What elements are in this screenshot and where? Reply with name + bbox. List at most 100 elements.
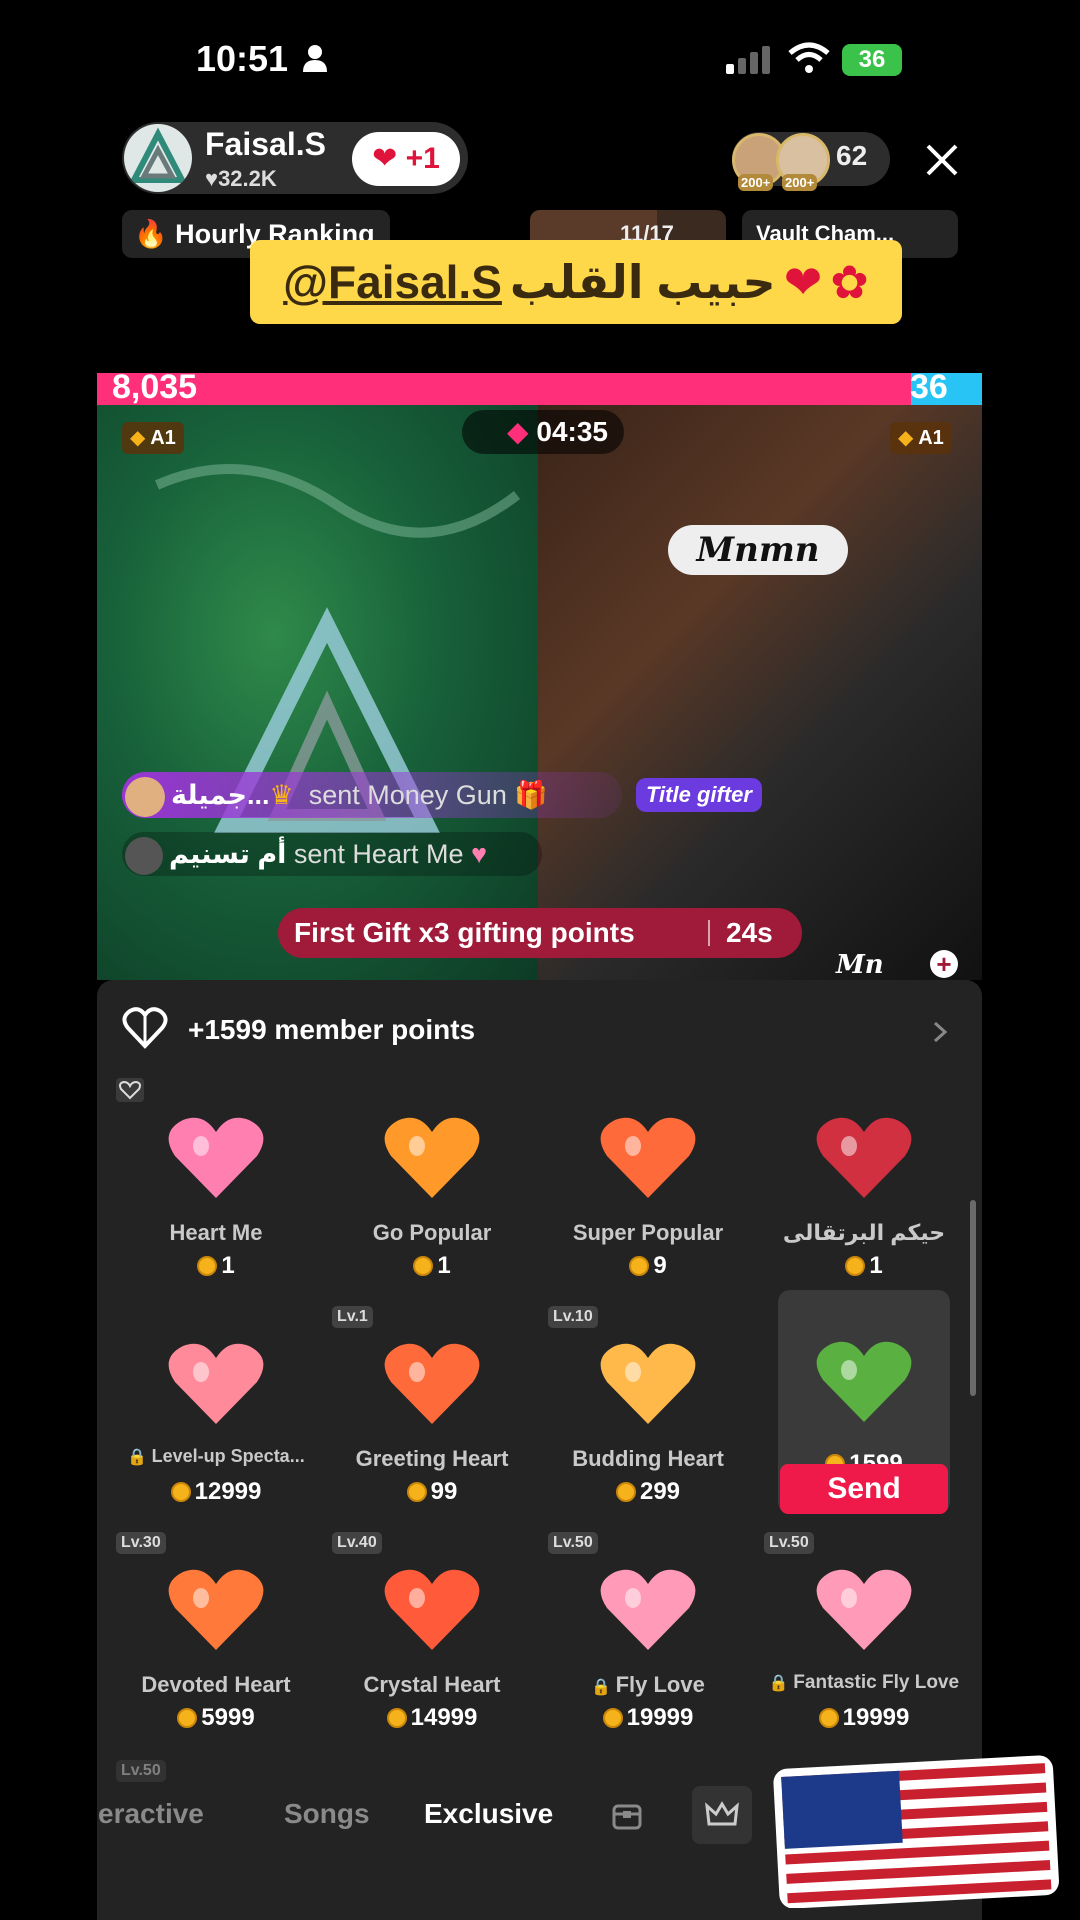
gift-image bbox=[161, 1328, 271, 1438]
gift-image bbox=[161, 1102, 271, 1212]
gift-image bbox=[377, 1328, 487, 1438]
gift-price: 1 bbox=[116, 1252, 316, 1280]
gift-name: Crystal Heart bbox=[363, 1672, 501, 1697]
gift-item[interactable]: Super Popular 9 bbox=[548, 1102, 748, 1302]
host-video[interactable] bbox=[97, 405, 538, 980]
tab-interactive[interactable]: eractive bbox=[98, 1798, 204, 1830]
gift-price: 1 bbox=[764, 1252, 964, 1280]
gift-item[interactable]: 🔒 Level-up Specta... 12999 bbox=[116, 1328, 316, 1528]
level-badge: Lv.1 bbox=[332, 1306, 373, 1328]
add-icon[interactable]: + bbox=[930, 950, 958, 978]
avatar bbox=[125, 836, 163, 875]
gift-price: 99 bbox=[332, 1478, 532, 1506]
first-gift-banner[interactable]: First Gift x3 gifting points 24s bbox=[278, 908, 802, 958]
gift-name: Super Popular bbox=[572, 1220, 724, 1245]
scrollbar[interactable] bbox=[970, 1200, 976, 1396]
battle-timer: ◆ 04:35 bbox=[462, 410, 624, 454]
score-left: 8,035 bbox=[112, 368, 198, 406]
heart-emoji-icon: ❤ bbox=[783, 256, 823, 308]
gift-name: Devoted Heart bbox=[141, 1672, 291, 1697]
coin-icon bbox=[615, 1482, 636, 1502]
tab-songs[interactable]: Songs bbox=[284, 1798, 370, 1830]
gift-name: Greeting Heart bbox=[355, 1446, 509, 1471]
gift-item[interactable]: Lv.10 Budding Heart 299 bbox=[548, 1306, 748, 1528]
heart-icon: ❤ bbox=[372, 142, 406, 175]
rank-badge-left: ◆ A1 bbox=[122, 422, 184, 454]
opponent-video[interactable]: Mnmn bbox=[538, 405, 982, 980]
viewer-count: 62 bbox=[836, 140, 868, 171]
lock-icon: 🔒 bbox=[768, 1675, 794, 1692]
us-flag-sticker bbox=[773, 1755, 1059, 1908]
pinned-banner: @Faisal.S حبيب القلب ❤ ✿ bbox=[250, 240, 902, 324]
coin-icon bbox=[197, 1256, 218, 1276]
coin-icon bbox=[386, 1708, 407, 1728]
lock-icon: 🔒 bbox=[127, 1449, 152, 1466]
gift-item[interactable]: حيكم البرتقالى 1 bbox=[764, 1102, 964, 1302]
level-badge: Lv.50 bbox=[764, 1532, 814, 1554]
banner-text: حبيب القلب bbox=[509, 256, 776, 308]
close-icon[interactable] bbox=[922, 140, 962, 180]
gift-image bbox=[809, 1326, 919, 1436]
gift-icon: 🎁 bbox=[514, 780, 548, 810]
crown-tab[interactable] bbox=[692, 1786, 752, 1844]
follow-plus-button[interactable]: ❤ +1 bbox=[352, 132, 460, 186]
gift-item[interactable]: Lv.1 Greeting Heart 99 bbox=[332, 1306, 532, 1528]
gift-price: 9 bbox=[548, 1252, 748, 1280]
level-badge: Lv.30 bbox=[116, 1532, 166, 1554]
coin-icon bbox=[406, 1482, 427, 1502]
gift-message: أم تسنيم sent Heart Me ♥ bbox=[122, 832, 542, 876]
heart-outline-icon bbox=[122, 1007, 168, 1049]
gift-item[interactable]: Go Popular 1 bbox=[332, 1102, 532, 1302]
level-badge: Lv.50 bbox=[116, 1760, 166, 1782]
gift-item[interactable]: Lv.50 🔒 Fly Love 19999 bbox=[548, 1532, 748, 1754]
gift-price: 12999 bbox=[116, 1478, 316, 1506]
viewer-badge: 200+ bbox=[738, 174, 774, 191]
battery-indicator: 36 bbox=[842, 44, 902, 76]
gift-image bbox=[809, 1554, 919, 1664]
gift-item[interactable]: Lv.30 Devoted Heart 5999 bbox=[116, 1532, 316, 1754]
gift-image bbox=[161, 1554, 271, 1664]
battle-icon: ◆ bbox=[507, 416, 529, 447]
tab-exclusive[interactable]: Exclusive bbox=[424, 1798, 553, 1830]
host-avatar[interactable] bbox=[124, 124, 192, 192]
gift-item[interactable]: Heart Me 1 bbox=[116, 1102, 316, 1302]
gift-name: Go Popular bbox=[372, 1220, 492, 1245]
gift-name: 🔒 Level-up Specta... bbox=[127, 1446, 305, 1466]
crown-icon: ♛ bbox=[269, 780, 294, 810]
coin-icon bbox=[413, 1256, 434, 1276]
gift-image bbox=[377, 1554, 487, 1664]
gift-price: 19999 bbox=[548, 1704, 748, 1732]
coin-icon bbox=[602, 1708, 623, 1728]
signal-icon bbox=[726, 46, 770, 74]
flower-icon: ✿ bbox=[830, 256, 869, 308]
viewer-badge: 200+ bbox=[782, 174, 818, 191]
gift-image bbox=[593, 1328, 703, 1438]
gift-name: 🔒 Fantastic Fly Love bbox=[768, 1672, 960, 1693]
gift-item[interactable]: Lv.50 🔒 Fantastic Fly Love 19999 bbox=[764, 1532, 964, 1754]
heart-outline-icon bbox=[116, 1078, 144, 1102]
level-badge: Lv.10 bbox=[548, 1306, 598, 1328]
coin-icon bbox=[177, 1708, 198, 1728]
diamond-icon: ◆ bbox=[898, 427, 914, 449]
gift-item[interactable]: Lv.40 Crystal Heart 14999 bbox=[332, 1532, 532, 1754]
score-right: 36 bbox=[910, 368, 948, 406]
host-likes: ♥32.2K bbox=[205, 166, 277, 191]
member-points-text: +1599 member points bbox=[188, 1014, 476, 1045]
treasure-box-icon[interactable] bbox=[610, 1798, 644, 1832]
send-button[interactable]: Send bbox=[780, 1464, 948, 1514]
coin-icon bbox=[845, 1256, 866, 1276]
avatar bbox=[125, 776, 165, 817]
gift-image bbox=[809, 1102, 919, 1212]
title-gifter-badge: Title gifter bbox=[636, 778, 762, 812]
person-icon bbox=[303, 45, 327, 72]
lock-icon: 🔒 bbox=[591, 1679, 616, 1696]
wifi-icon bbox=[788, 42, 830, 73]
divider bbox=[708, 920, 710, 946]
gift-price: 5999 bbox=[116, 1704, 316, 1732]
crown-icon bbox=[705, 1801, 739, 1826]
level-badge: Lv.50 bbox=[548, 1532, 598, 1554]
battle-score-bar bbox=[97, 373, 982, 405]
opponent-name: Mn bbox=[836, 950, 884, 980]
banner-mention[interactable]: @Faisal.S bbox=[283, 255, 502, 309]
heart-icon: ♥ bbox=[205, 166, 219, 191]
